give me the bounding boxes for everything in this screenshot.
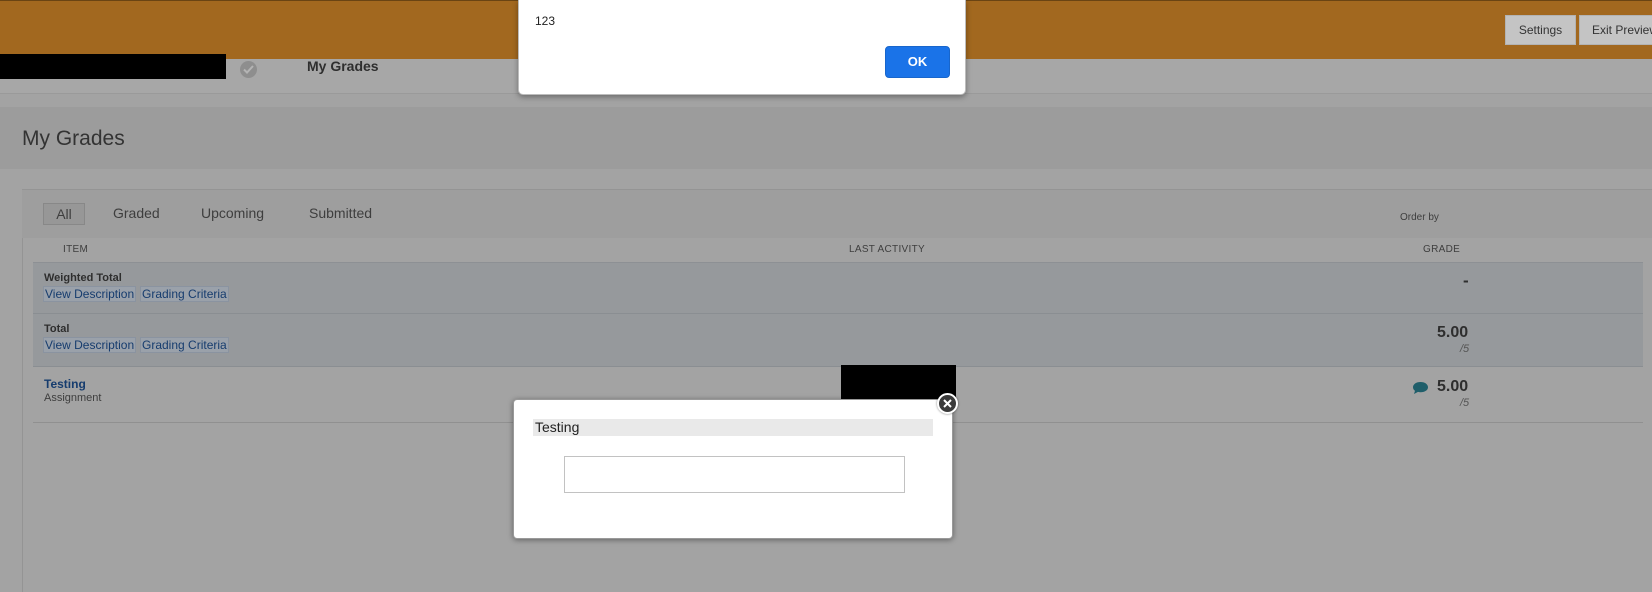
order-by-label[interactable]: Order by [1400,212,1439,223]
nav-title[interactable]: My Grades [307,58,379,74]
settings-button[interactable]: Settings [1505,15,1576,45]
check-icon [240,61,257,78]
item-type: Assignment [44,392,102,404]
view-description-button[interactable]: View Description [43,286,137,302]
column-header-last-activity: LAST ACTIVITY [849,244,925,255]
grade-value: 5.00 [1437,324,1469,341]
tab-upcoming[interactable]: Upcoming [201,205,264,221]
alert-dialog: 123 OK [518,0,966,95]
page-title: My Grades [22,127,125,150]
comment-icon[interactable] [1412,381,1429,400]
table-row [33,262,1643,313]
column-header-item: ITEM [63,244,89,255]
row-title-weighted-total: Weighted Total [44,272,122,284]
alert-message: 123 [535,14,556,28]
testing-modal: Testing [513,399,953,539]
tab-graded[interactable]: Graded [113,205,160,221]
grade-max: /5 [1460,343,1470,355]
close-icon[interactable] [937,393,958,414]
ok-button[interactable]: OK [885,46,950,78]
grade-value: 5.00 [1437,378,1469,395]
redacted-last-activity [841,365,956,400]
tab-submitted[interactable]: Submitted [309,205,372,221]
exit-preview-button[interactable]: Exit Preview [1579,15,1652,45]
modal-input[interactable] [564,456,905,493]
grade-max: /5 [1460,397,1470,409]
testing-item-link[interactable]: Testing [44,377,86,391]
row-title-total: Total [44,323,70,335]
grading-criteria-button[interactable]: Grading Criteria [140,337,229,353]
column-header-grade: GRADE [1423,244,1461,255]
grade-value: - [1463,271,1469,290]
tab-all[interactable]: All [43,203,85,225]
grading-criteria-button[interactable]: Grading Criteria [140,286,229,302]
redacted-course-name [0,54,226,79]
view-description-button[interactable]: View Description [43,337,137,353]
title-band [0,107,1652,169]
table-row [33,313,1643,367]
modal-title: Testing [533,419,933,436]
